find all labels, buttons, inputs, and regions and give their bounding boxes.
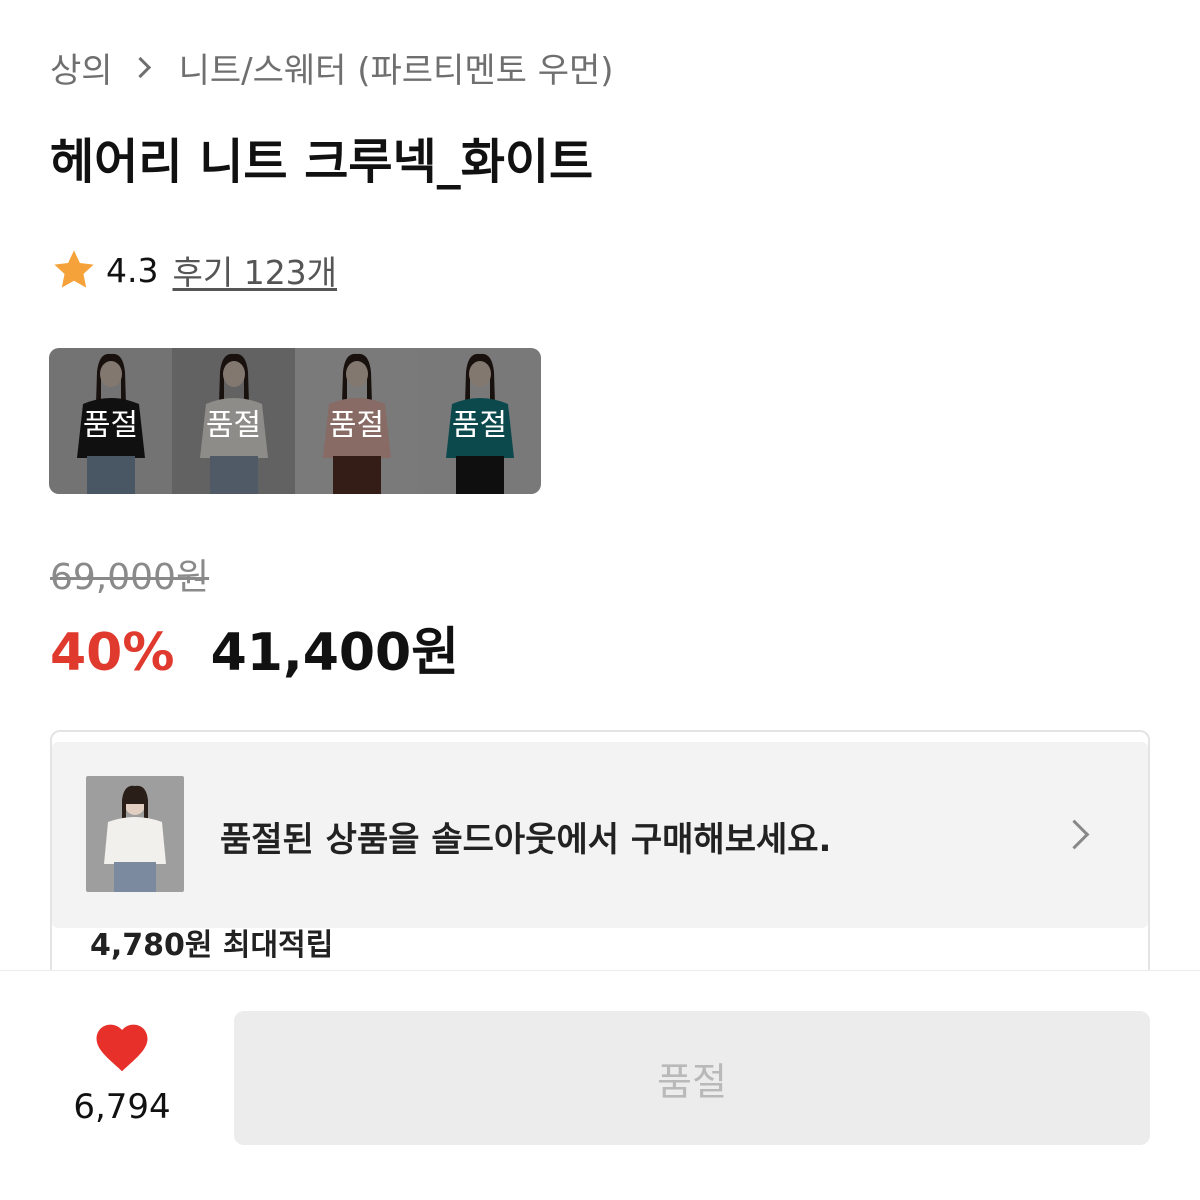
heart-icon: [96, 1024, 148, 1072]
breadcrumb: 상의 니트/스웨터 (파르티멘토 우먼): [50, 42, 614, 92]
chevron-right-icon: [1064, 822, 1090, 848]
buy-button[interactable]: 품절: [234, 1011, 1150, 1145]
discount-rate: 40%: [50, 623, 175, 683]
breadcrumb-category[interactable]: 상의: [50, 43, 113, 92]
variant-swatch-teal[interactable]: 품절: [418, 348, 541, 494]
product-title: 헤어리 니트 크루넥_화이트: [50, 134, 594, 190]
variant-swatch-white[interactable]: 품절: [172, 348, 295, 494]
variant-swatches: 품절 품절 품절 품절: [49, 348, 541, 494]
soldout-label: 품절: [451, 408, 508, 443]
soldout-label: 품절: [205, 408, 262, 443]
reviews-link[interactable]: 후기 123개: [172, 246, 337, 294]
original-price: 69,000원: [50, 557, 210, 598]
bottom-action-bar: 6,794 품절: [0, 970, 1200, 1200]
rating-score: 4.3: [106, 250, 159, 290]
chevron-right-icon: [129, 52, 159, 82]
variant-swatch-pink[interactable]: 품절: [295, 348, 418, 494]
banner-message: 품절된 상품을 솔드아웃에서 구매해보세요.: [220, 820, 832, 860]
breadcrumb-subcategory[interactable]: 니트/스웨터 (파르티멘토 우먼): [179, 43, 614, 92]
sale-price: 41,400원: [210, 623, 460, 683]
soldout-label: 품절: [82, 408, 139, 443]
banner-thumbnail: [86, 776, 184, 892]
like-button[interactable]: 6,794: [62, 1017, 182, 1127]
like-count: 6,794: [73, 1087, 171, 1127]
soldout-banner[interactable]: 품절된 상품을 솔드아웃에서 구매해보세요.: [52, 742, 1148, 928]
star-icon: [54, 250, 94, 288]
rating-row: 4.3 후기 123개: [50, 244, 337, 296]
price-row: 40% 41,400원: [50, 610, 459, 685]
soldout-label: 품절: [328, 408, 385, 443]
variant-swatch-black[interactable]: 품절: [49, 348, 172, 494]
